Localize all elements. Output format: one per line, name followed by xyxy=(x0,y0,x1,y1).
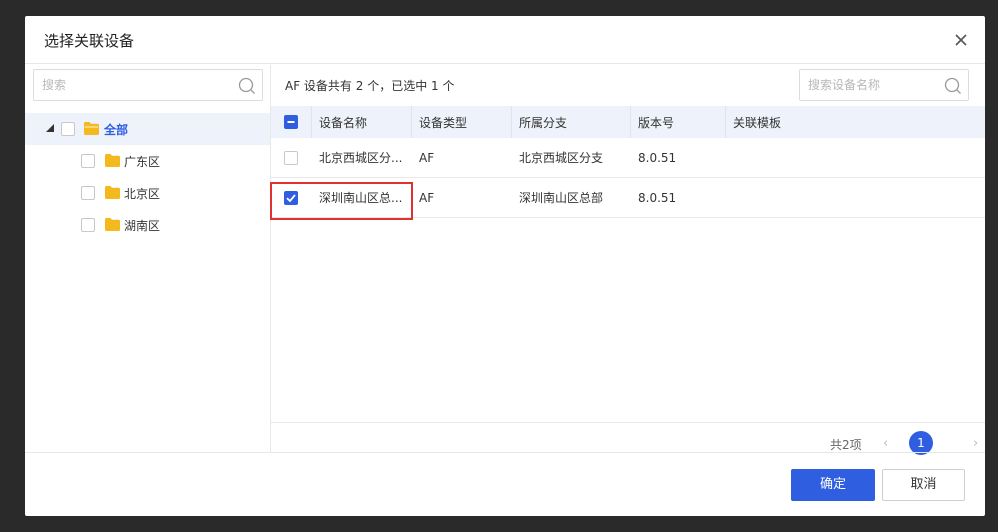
cell-version: 8.0.51 xyxy=(638,150,677,165)
checked-checkbox-icon[interactable] xyxy=(284,190,298,205)
folder-icon xyxy=(105,154,120,167)
tree-checkbox-hunan[interactable] xyxy=(81,218,95,232)
chevron-left-icon[interactable]: ‹ xyxy=(883,437,893,451)
dialog-footer: 确定 取消 xyxy=(25,452,985,516)
indeterminate-checkbox-icon[interactable] xyxy=(284,115,298,129)
device-search-box[interactable] xyxy=(799,69,969,101)
select-device-dialog: 选择关联设备 全部 xyxy=(25,16,985,516)
selection-summary: AF 设备共有 2 个，已选中 1 个 xyxy=(285,79,455,93)
folder-open-icon xyxy=(84,122,99,135)
column-header-template[interactable]: 关联模板 xyxy=(725,106,985,138)
tree-label-hunan: 湖南区 xyxy=(124,219,161,233)
cell-device-type: AF xyxy=(419,190,435,205)
dialog-header: 选择关联设备 xyxy=(25,16,985,64)
search-icon[interactable] xyxy=(238,77,256,95)
tree-node-all[interactable]: 全部 xyxy=(25,113,270,145)
chevron-right-icon[interactable]: › xyxy=(973,437,983,451)
tree-label-guangdong: 广东区 xyxy=(124,155,161,169)
header-checkbox-cell xyxy=(271,106,311,138)
tree-checkbox-guangdong[interactable] xyxy=(81,154,95,168)
device-list-panel: AF 设备共有 2 个，已选中 1 个 设备名称 设备类型 所属分支 版本号 xyxy=(270,65,985,455)
cell-template xyxy=(725,178,985,217)
tree-node-guangdong[interactable]: 广东区 xyxy=(25,145,270,177)
cell-branch: 北京西城区分支 xyxy=(519,151,604,165)
search-icon[interactable] xyxy=(944,77,962,95)
table-row[interactable]: 深圳南山区总... AF 深圳南山区总部 8.0.51 xyxy=(271,178,985,218)
cancel-button[interactable]: 取消 xyxy=(882,469,965,501)
cell-template xyxy=(725,138,985,177)
folder-icon xyxy=(105,186,120,199)
cell-device-type: AF xyxy=(419,150,435,165)
column-header-version[interactable]: 版本号 xyxy=(630,106,725,138)
column-header-branch[interactable]: 所属分支 xyxy=(511,106,630,138)
tree-checkbox-all[interactable] xyxy=(61,122,75,136)
column-header-name[interactable]: 设备名称 xyxy=(311,106,411,138)
pagination-total: 共2项 xyxy=(830,438,862,452)
tree-node-beijing[interactable]: 北京区 xyxy=(25,177,270,209)
table-row[interactable]: 北京西城区分... AF 北京西城区分支 8.0.51 xyxy=(271,138,985,178)
table-header: 设备名称 设备类型 所属分支 版本号 关联模板 xyxy=(271,106,985,138)
caret-down-icon[interactable] xyxy=(45,123,55,133)
row-checkbox-cell xyxy=(271,138,311,177)
folder-icon xyxy=(105,218,120,231)
confirm-button[interactable]: 确定 xyxy=(791,469,875,501)
device-search-input[interactable] xyxy=(808,70,938,100)
tree-search-input[interactable] xyxy=(42,70,232,100)
cell-version: 8.0.51 xyxy=(638,190,677,205)
tree-label-beijing: 北京区 xyxy=(124,187,161,201)
column-header-type[interactable]: 设备类型 xyxy=(411,106,511,138)
cell-branch: 深圳南山区总部 xyxy=(519,191,604,205)
cell-device-name: 北京西城区分... xyxy=(319,151,403,165)
tree-search-box[interactable] xyxy=(33,69,263,101)
close-icon[interactable] xyxy=(951,30,971,50)
row-checkbox-cell xyxy=(271,178,311,217)
cell-device-name: 深圳南山区总... xyxy=(319,191,403,205)
branch-tree-panel: 全部 广东区 北京区 湖南区 xyxy=(25,65,271,452)
tree-label-all: 全部 xyxy=(104,123,129,137)
dialog-title: 选择关联设备 xyxy=(44,32,135,50)
row-checkbox[interactable] xyxy=(284,150,298,165)
tree-node-hunan[interactable]: 湖南区 xyxy=(25,209,270,241)
tree-checkbox-beijing[interactable] xyxy=(81,186,95,200)
